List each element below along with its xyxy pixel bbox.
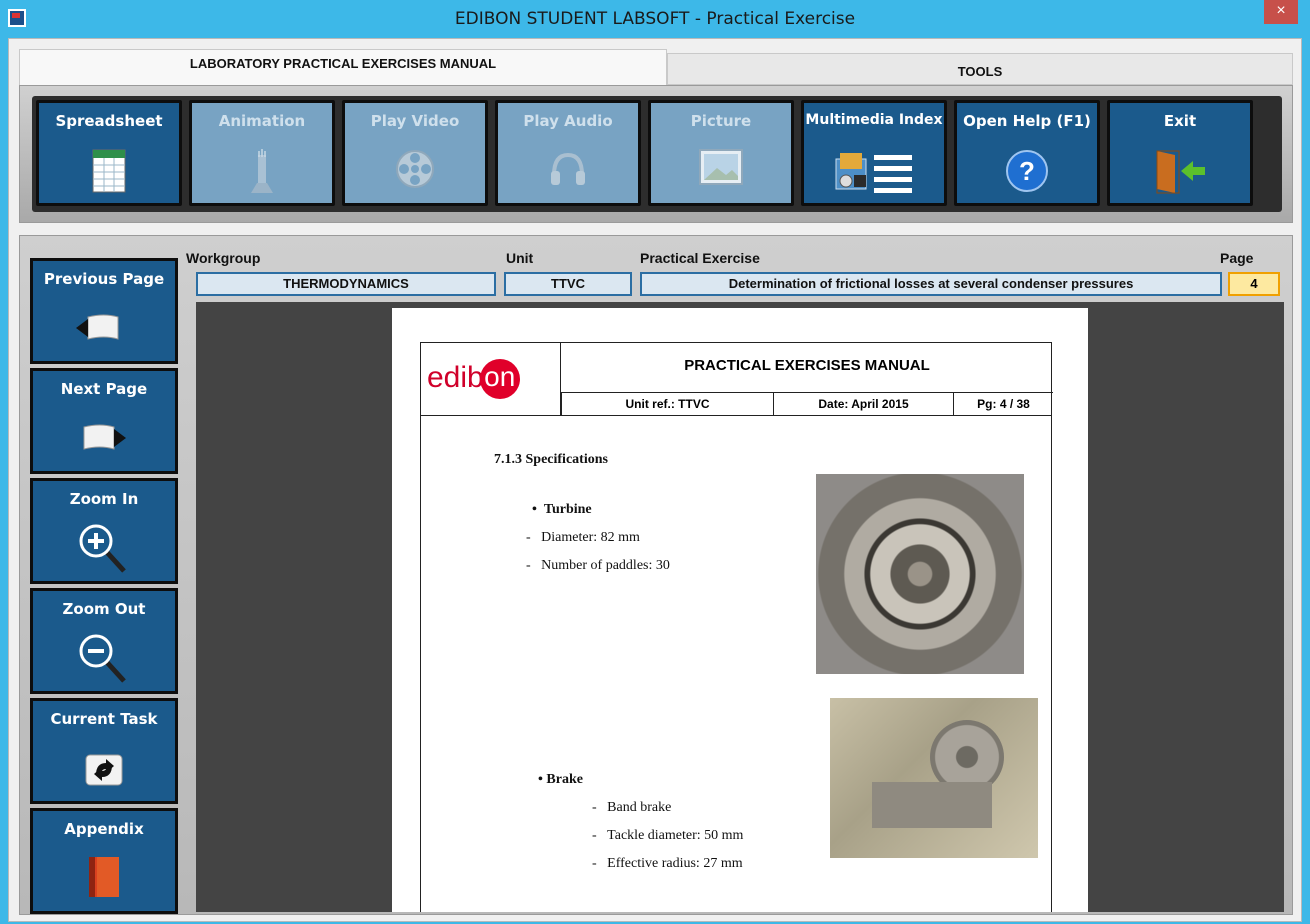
appendix-button[interactable]: Appendix [30, 808, 178, 914]
unit-field: TTVC [504, 272, 632, 296]
open-help-label: Open Help (F1) [963, 112, 1091, 130]
picture-icon [699, 149, 743, 190]
logo-cell: edibon [421, 343, 561, 415]
spreadsheet-icon [92, 149, 126, 198]
current-task-label: Current Task [50, 710, 158, 728]
multimedia-index-icon [834, 149, 914, 198]
brake-spec: - Effective radius: 27 mm [592, 856, 743, 871]
zoom-out-label: Zoom Out [62, 600, 146, 618]
appendix-book-icon [87, 855, 121, 904]
tab-bar: LABORATORY PRACTICAL EXERCISES MANUAL TO… [19, 49, 1293, 85]
animation-button[interactable]: Animation [189, 100, 335, 206]
document-header: edibon PRACTICAL EXERCISES MANUAL Unit r… [420, 342, 1053, 416]
play-video-button[interactable]: Play Video [342, 100, 488, 206]
refresh-task-icon [84, 753, 124, 792]
manual-title: PRACTICAL EXERCISES MANUAL [561, 343, 1053, 393]
zoom-out-button[interactable]: Zoom Out [30, 588, 178, 694]
book-next-icon [74, 423, 134, 458]
spreadsheet-button[interactable]: Spreadsheet [36, 100, 182, 206]
document-viewer[interactable]: edibon PRACTICAL EXERCISES MANUAL Unit r… [196, 302, 1284, 912]
next-page-button[interactable]: Next Page [30, 368, 178, 474]
animation-label: Animation [218, 112, 306, 130]
toolbar: Spreadsheet Animation Play Video Play Au… [32, 96, 1282, 212]
animation-icon [247, 149, 277, 200]
exit-door-icon [1153, 149, 1207, 200]
close-button[interactable]: × [1264, 0, 1298, 24]
practical-exercise-label: Practical Exercise [640, 250, 760, 266]
page-number-field[interactable]: 4 [1228, 272, 1280, 296]
next-page-label: Next Page [60, 380, 148, 398]
turbine-spec: - Diameter: 82 mm [526, 530, 640, 545]
picture-label: Picture [690, 112, 752, 130]
film-reel-icon [395, 149, 435, 194]
document-page-number: Pg: 4 / 38 [953, 393, 1053, 415]
document-page: edibon PRACTICAL EXERCISES MANUAL Unit r… [392, 308, 1088, 912]
page-label: Page [1220, 250, 1254, 266]
exit-label: Exit [1163, 112, 1197, 130]
turbine-photo [816, 474, 1024, 674]
multimedia-index-button[interactable]: Multimedia Index [801, 100, 947, 206]
appendix-label: Appendix [64, 820, 144, 838]
exit-button[interactable]: Exit [1107, 100, 1253, 206]
headphones-icon [548, 149, 588, 194]
brake-photo [830, 698, 1038, 858]
play-audio-label: Play Audio [523, 112, 613, 130]
open-help-button[interactable]: Open Help (F1) ? [954, 100, 1100, 206]
zoom-out-icon [78, 633, 130, 690]
title-bar: EDIBON STUDENT LABSOFT - Practical Exerc… [0, 0, 1310, 38]
tab-practical-exercises-manual[interactable]: LABORATORY PRACTICAL EXERCISES MANUAL [19, 49, 667, 85]
turbine-spec: - Number of paddles: 30 [526, 558, 670, 573]
content-panel: Previous Page Next Page Zoom In Zoom Out… [19, 235, 1293, 915]
workgroup-field: THERMODYNAMICS [196, 272, 496, 296]
previous-page-button[interactable]: Previous Page [30, 258, 178, 364]
brake-spec: - Tackle diameter: 50 mm [592, 828, 744, 843]
picture-button[interactable]: Picture [648, 100, 794, 206]
spreadsheet-label: Spreadsheet [55, 112, 163, 130]
zoom-in-button[interactable]: Zoom In [30, 478, 178, 584]
help-icon: ? [1005, 149, 1049, 198]
zoom-in-label: Zoom In [69, 490, 139, 508]
edibon-logo: edibon [427, 359, 520, 399]
turbine-heading: • Turbine [532, 502, 592, 517]
unit-label: Unit [506, 250, 534, 266]
practical-exercise-field: Determination of frictional losses at se… [640, 272, 1222, 296]
main-window: LABORATORY PRACTICAL EXERCISES MANUAL TO… [8, 38, 1302, 922]
toolbar-panel: Spreadsheet Animation Play Video Play Au… [19, 85, 1293, 223]
window-title: EDIBON STUDENT LABSOFT - Practical Exerc… [454, 9, 856, 29]
multimedia-index-label: Multimedia Index [805, 112, 943, 128]
previous-page-label: Previous Page [43, 270, 165, 288]
workgroup-label: Workgroup [186, 250, 261, 266]
section-title: 7.1.3 Specifications [494, 452, 608, 467]
zoom-in-icon [78, 523, 130, 580]
brake-heading: • Brake [538, 772, 583, 787]
document-date: Date: April 2015 [773, 393, 953, 415]
play-video-label: Play Video [370, 112, 460, 130]
current-task-button[interactable]: Current Task [30, 698, 178, 804]
book-previous-icon [74, 313, 134, 348]
brake-spec: - Band brake [592, 800, 672, 815]
play-audio-button[interactable]: Play Audio [495, 100, 641, 206]
tab-tools[interactable]: TOOLS [667, 53, 1293, 85]
unit-ref: Unit ref.: TTVC [561, 393, 773, 415]
svg-text:?: ? [1019, 156, 1035, 186]
